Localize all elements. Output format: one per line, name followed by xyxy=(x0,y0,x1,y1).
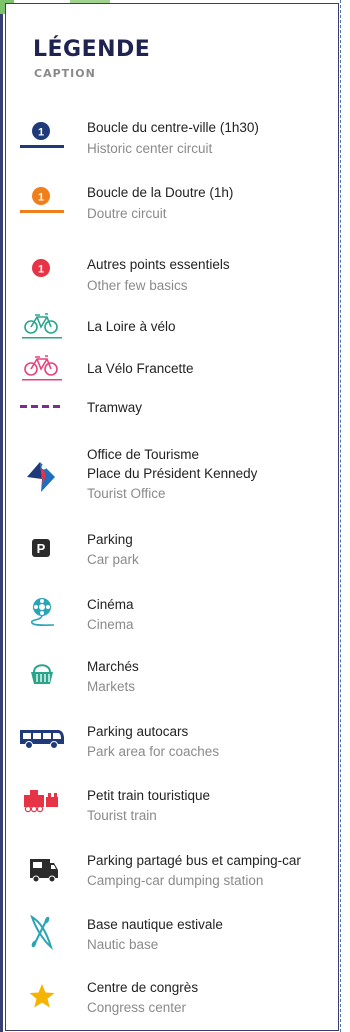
legend-label: Parking partagé bus et camping-car xyxy=(87,853,301,868)
legend-sublabel: Markets xyxy=(87,679,136,694)
badge-number: 1 xyxy=(38,264,44,276)
badge-number: 1 xyxy=(38,127,44,139)
legend-sublabel: Tourist train xyxy=(87,808,157,823)
legend-label: Boucle du centre-ville (1h30) xyxy=(87,120,259,135)
parking-letter: P xyxy=(37,541,46,556)
legend-sublabel: Tourist Office xyxy=(87,486,166,501)
circle-badge-red-icon: 1 xyxy=(32,259,50,277)
tourist-office-logo-icon xyxy=(27,462,55,492)
legend-label: Autres points essentiels xyxy=(87,257,230,272)
legend-label: Base nautique estivale xyxy=(87,917,223,932)
legend-label: Boucle de la Doutre (1h) xyxy=(87,185,234,200)
tourist-train-icon xyxy=(24,790,58,813)
legend-sublabel: Doutre circuit xyxy=(87,206,167,221)
legend-label: Marchés xyxy=(87,659,139,674)
circle-badge-navy-icon: 1 xyxy=(20,122,64,148)
legend-sublabel: Congress center xyxy=(87,1000,187,1015)
legend-subtitle: Caption xyxy=(34,62,96,81)
legend-sublabel: Other few basics xyxy=(87,278,188,293)
legend-label: Parking xyxy=(87,532,133,547)
circle-badge-orange-icon: 1 xyxy=(20,187,64,213)
bicycle-teal-icon xyxy=(22,313,62,339)
parking-p-icon: P xyxy=(32,539,50,557)
bicycle-pink-icon xyxy=(22,355,62,381)
legend-sublabel: Historic center circuit xyxy=(87,141,213,156)
coach-bus-icon xyxy=(20,730,64,749)
legend-title: Légende xyxy=(33,28,151,64)
legend-label-address: Place du Président Kennedy xyxy=(87,466,258,481)
legend-sublabel: Camping-car dumping station xyxy=(87,873,264,888)
legend-label: Parking autocars xyxy=(87,724,189,739)
legend-label: La Vélo Francette xyxy=(87,361,194,376)
legend-sublabel: Nautic base xyxy=(87,937,159,952)
legend-label: Petit train touristique xyxy=(87,788,211,803)
star-icon xyxy=(29,984,55,1008)
legend-label: La Loire à vélo xyxy=(87,319,176,334)
legend-sublabel: Cinema xyxy=(87,617,134,632)
canoe-paddle-icon xyxy=(30,915,53,950)
legend-label: Centre de congrès xyxy=(87,980,199,995)
legend-sublabel: Park area for coaches xyxy=(87,744,220,759)
tramway-dashed-line-icon xyxy=(20,405,60,408)
left-frame-line xyxy=(0,0,3,1032)
camper-van-icon xyxy=(30,859,58,883)
legend-label: Tramway xyxy=(87,400,143,415)
film-reel-icon xyxy=(30,598,55,626)
market-basket-icon xyxy=(31,664,53,684)
dashed-cut-border xyxy=(340,0,350,1032)
legend-label: Cinéma xyxy=(87,597,134,612)
legend-sublabel: Car park xyxy=(87,552,139,567)
badge-number: 1 xyxy=(38,192,44,204)
legend-label: Office de Tourisme xyxy=(87,447,200,462)
